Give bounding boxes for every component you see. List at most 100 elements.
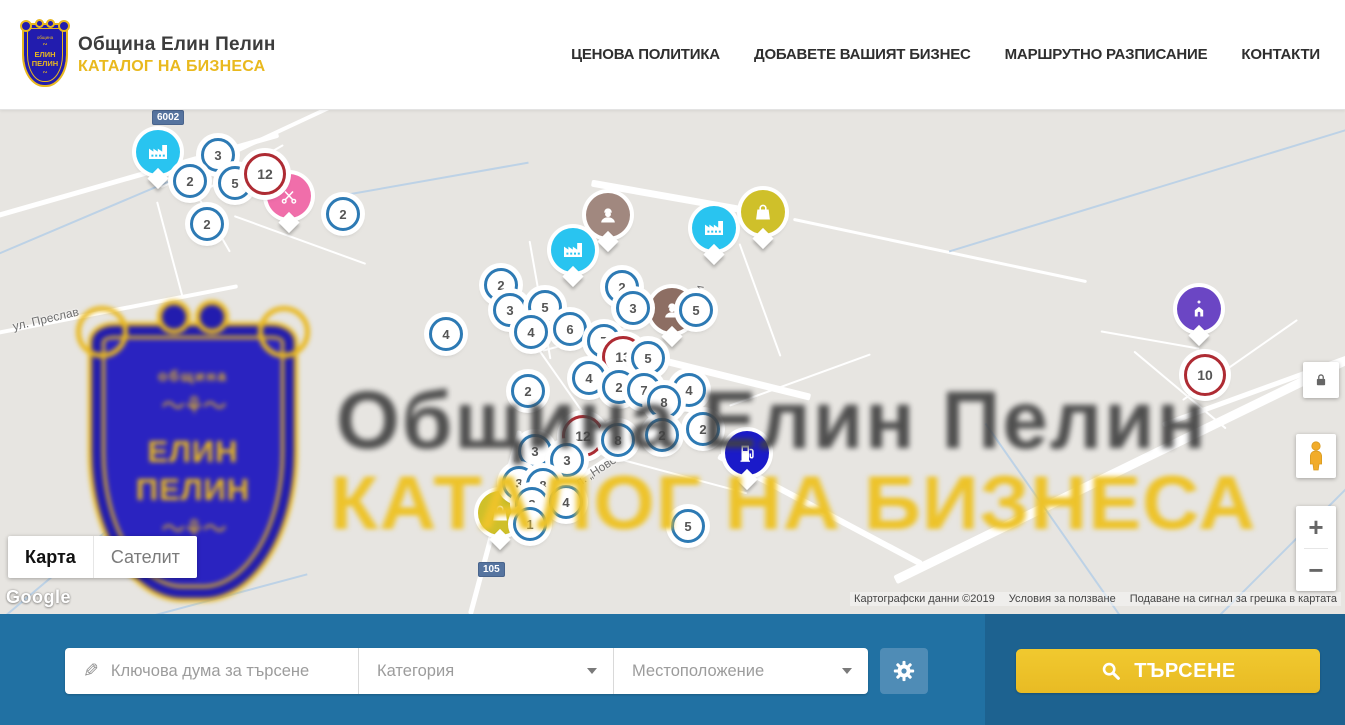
stream-line xyxy=(152,573,307,614)
cluster-marker[interactable]: 2 xyxy=(511,374,545,408)
road-line xyxy=(793,217,1087,282)
map-type-satellite-button[interactable]: Сателит xyxy=(93,536,197,578)
cluster-marker[interactable]: 6 xyxy=(553,312,587,346)
location-label: Местоположение xyxy=(632,662,764,681)
search-bar: ✎ Категория Местоположение xyxy=(0,614,1345,725)
crest-ornament: ∾ xyxy=(42,70,47,76)
nav-contacts[interactable]: КОНТАКТИ xyxy=(1241,46,1320,63)
watermark-crest-ornament: 〜⚘〜 xyxy=(161,395,225,419)
cluster-marker[interactable]: 4 xyxy=(429,317,463,351)
terms-link[interactable]: Условия за ползване xyxy=(1009,593,1116,605)
pencil-icon: ✎ xyxy=(83,660,99,683)
cluster-marker[interactable]: 8 xyxy=(601,423,635,457)
cluster-marker[interactable]: 3 xyxy=(616,291,650,325)
search-icon xyxy=(1100,660,1122,682)
road-number-badge: 105 xyxy=(478,562,505,577)
factory-pin-marker[interactable] xyxy=(692,206,736,250)
stream-line xyxy=(949,128,1345,253)
road-number-badge: 6002 xyxy=(152,110,184,125)
road-line xyxy=(893,356,1345,583)
site-subtitle: КАТАЛОГ НА БИЗНЕСА xyxy=(78,58,276,76)
map[interactable]: ул. Преславбул. „Новоселци6002105 325122… xyxy=(0,110,1345,614)
cluster-marker[interactable]: 2 xyxy=(686,412,720,446)
cluster-marker[interactable]: 12 xyxy=(244,153,286,195)
worker-icon xyxy=(596,203,620,227)
watermark-crest-top: община xyxy=(158,368,228,385)
road-line xyxy=(739,243,782,356)
site-title: Община Елин Пелин xyxy=(78,34,276,56)
cluster-marker[interactable]: 5 xyxy=(671,509,705,543)
crest-top-label: община xyxy=(37,35,53,40)
search-button[interactable]: ТЪРСЕНЕ xyxy=(1016,649,1320,693)
cluster-marker[interactable]: 4 xyxy=(572,361,606,395)
location-dropdown[interactable]: Местоположение xyxy=(613,648,868,694)
shopping-pin-marker[interactable] xyxy=(741,190,785,234)
factory-icon xyxy=(561,238,585,262)
nav-route-schedule[interactable]: МАРШРУТНО РАЗПИСАНИЕ xyxy=(1005,46,1208,63)
cluster-marker[interactable]: 5 xyxy=(679,293,713,327)
crest-name: ЕЛИН ПЕЛИН xyxy=(32,51,58,68)
cluster-marker[interactable]: 1 xyxy=(513,507,547,541)
cluster-marker[interactable]: 5 xyxy=(631,341,665,375)
nav-add-your-business[interactable]: ДОБАВЕТЕ ВАШИЯТ БИЗНЕС xyxy=(754,46,971,63)
cluster-marker[interactable]: 10 xyxy=(1184,354,1226,396)
business-catalog-app: община ∾ ЕЛИН ПЕЛИН ∾ Община Елин Пелин … xyxy=(0,0,1345,725)
stream-line xyxy=(331,162,528,199)
bag-icon xyxy=(751,200,775,224)
lock-button[interactable] xyxy=(1303,362,1339,398)
category-label: Категория xyxy=(377,662,454,681)
street-view-pegman[interactable] xyxy=(1296,434,1336,478)
cluster-marker[interactable]: 4 xyxy=(549,485,583,519)
watermark-crest-name: ЕЛИН ПЕЛИН xyxy=(136,433,250,507)
zoom-out-button[interactable]: − xyxy=(1296,549,1336,591)
cluster-marker[interactable]: 4 xyxy=(514,315,548,349)
map-attribution: Картографски данни ©2019 Условия за полз… xyxy=(850,592,1341,606)
church-pin-marker[interactable] xyxy=(1177,287,1221,331)
factory-icon xyxy=(146,140,170,164)
nav-pricing-policy[interactable]: ЦЕНОВА ПОЛИТИКА xyxy=(571,46,720,63)
worker-pin-marker[interactable] xyxy=(586,193,630,237)
search-form: ✎ Категория Местоположение xyxy=(65,648,868,694)
keyword-input[interactable] xyxy=(111,662,344,681)
street-label: ул. Преслав xyxy=(11,305,80,334)
chevron-down-icon xyxy=(587,668,597,674)
main-nav: ЦЕНОВА ПОЛИТИКА ДОБАВЕТЕ ВАШИЯТ БИЗНЕС М… xyxy=(571,46,1320,63)
advanced-settings-button[interactable] xyxy=(880,648,928,694)
search-button-label: ТЪРСЕНЕ xyxy=(1134,660,1236,683)
cluster-marker[interactable]: 2 xyxy=(173,164,207,198)
zoom-in-button[interactable]: + xyxy=(1296,506,1336,548)
report-error-link[interactable]: Подаване на сигнал за грешка в картата xyxy=(1130,593,1337,605)
crest-ornament: ∾ xyxy=(42,42,47,48)
lock-icon xyxy=(1312,371,1330,389)
cluster-marker[interactable]: 3 xyxy=(550,443,584,477)
stream-line xyxy=(985,423,1136,614)
map-copyright: Картографски данни ©2019 xyxy=(854,593,995,605)
factory-pin-marker[interactable] xyxy=(551,228,595,272)
chevron-down-icon xyxy=(842,668,852,674)
cluster-marker[interactable]: 3 xyxy=(518,434,552,468)
church-icon xyxy=(1187,297,1211,321)
map-type-control: Карта Сателит xyxy=(8,536,197,578)
fuel-icon xyxy=(735,441,759,465)
map-type-map-button[interactable]: Карта xyxy=(8,536,93,578)
zoom-control: + − xyxy=(1296,506,1336,591)
pegman-icon xyxy=(1304,440,1328,472)
bag-icon xyxy=(488,501,512,525)
brand-text: Община Елин Пелин КАТАЛОГ НА БИЗНЕСА xyxy=(78,34,276,76)
google-logo[interactable]: Google xyxy=(6,587,71,608)
cluster-marker[interactable]: 8 xyxy=(647,385,681,419)
factory-pin-marker[interactable] xyxy=(136,130,180,174)
road-line xyxy=(1101,330,1200,349)
road-line xyxy=(156,201,184,298)
cluster-marker[interactable]: 2 xyxy=(326,197,360,231)
keyword-field[interactable]: ✎ xyxy=(65,648,358,694)
gear-icon xyxy=(891,658,917,684)
header: община ∾ ЕЛИН ПЕЛИН ∾ Община Елин Пелин … xyxy=(0,0,1345,110)
municipality-crest-logo: община ∾ ЕЛИН ПЕЛИН ∾ xyxy=(22,23,68,87)
category-dropdown[interactable]: Категория xyxy=(358,648,613,694)
factory-icon xyxy=(702,216,726,240)
cluster-marker[interactable]: 2 xyxy=(645,418,679,452)
fuel-pin-marker[interactable] xyxy=(725,431,769,475)
cluster-marker[interactable]: 2 xyxy=(190,207,224,241)
brand[interactable]: община ∾ ЕЛИН ПЕЛИН ∾ Община Елин Пелин … xyxy=(22,23,276,87)
